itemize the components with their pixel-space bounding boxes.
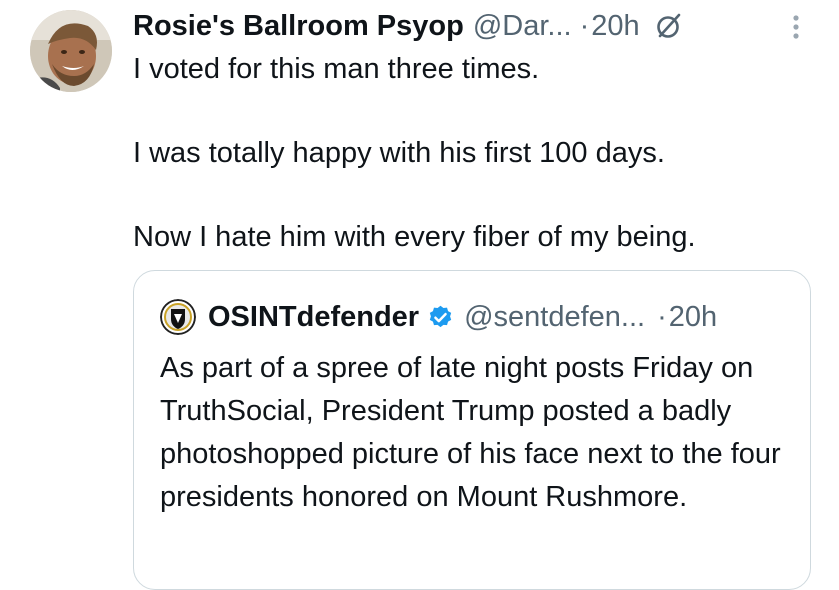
user-handle[interactable]: @Dar... [473,10,572,43]
timestamp[interactable]: 20h [591,10,639,43]
tweet-paragraph: I was totally happy with his first 100 d… [133,137,665,169]
quote-header: OSINTdefender @sentdefen... · 20h [160,297,717,337]
quote-user-handle[interactable]: @sentdefen... [464,301,645,334]
user-avatar[interactable] [30,10,112,92]
grok-icon[interactable] [654,11,684,41]
avatar-photo-icon [30,10,112,92]
display-name[interactable]: Rosie's Ballroom Psyop [133,10,464,43]
tweet-text: I voted for this man three times. I was … [133,48,823,258]
osint-logo-avatar-icon[interactable] [160,299,196,335]
tweet-paragraph: Now I hate him with every fiber of my be… [133,221,696,253]
separator-dot: · [579,9,590,42]
tweet[interactable]: Rosie's Ballroom Psyop @Dar... · 20h I v… [0,0,839,590]
quote-text: As part of a spree of late night posts F… [160,352,781,513]
quote-display-name[interactable]: OSINTdefender [208,301,419,334]
quote-separator-dot: · [657,300,667,333]
quote-tweet-card[interactable]: OSINTdefender @sentdefen... · 20h As par… [133,270,811,590]
verified-badge-icon [427,304,454,331]
tweet-header: Rosie's Ballroom Psyop @Dar... · 20h [133,6,684,46]
tweet-paragraph: I voted for this man three times. [133,53,540,85]
more-vertical-icon[interactable] [787,12,805,42]
quote-timestamp[interactable]: 20h [669,301,717,334]
